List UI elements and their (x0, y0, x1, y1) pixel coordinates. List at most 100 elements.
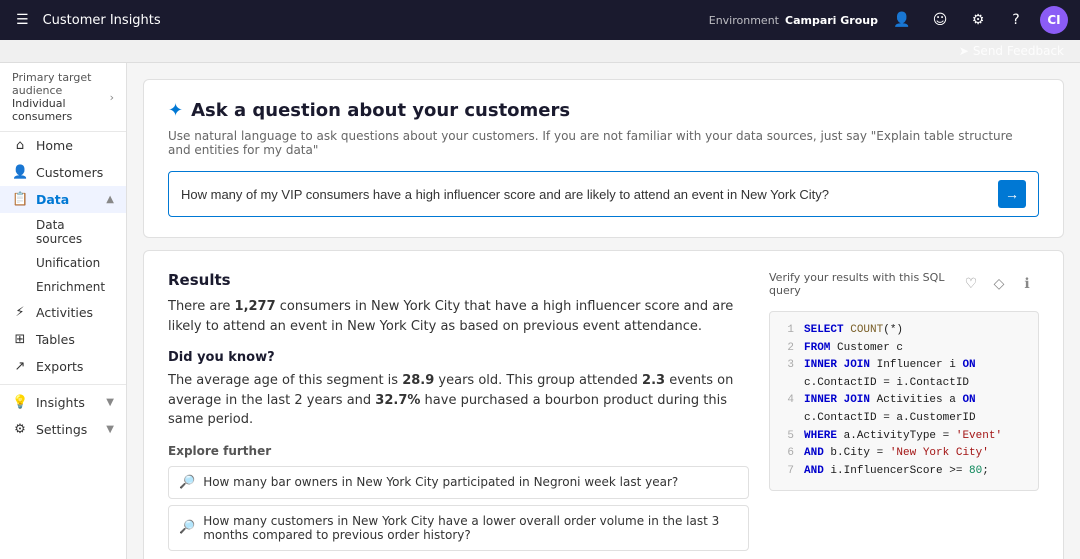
sidebar-item-insights[interactable]: 💡 Insights ▼ (0, 389, 126, 416)
sql-actions: ♡ ◇ ℹ (959, 272, 1039, 296)
smiley-icon[interactable]: ☺ (926, 6, 954, 34)
env-label: Environment (709, 14, 779, 27)
activities-icon: ⚡ (12, 305, 28, 320)
send-feedback-label: Send Feedback (973, 44, 1064, 58)
environment-info: Environment Campari Group (709, 14, 878, 27)
sidebar-item-activities-label: Activities (36, 305, 93, 320)
dyk-text-2: years old. This group attended (434, 373, 642, 388)
app-title: Customer Insights (43, 13, 699, 28)
did-you-know-text: The average age of this segment is 28.9 … (168, 371, 749, 430)
data-icon: 📋 (12, 192, 28, 207)
sql-line-2: 2 FROM Customer c (782, 340, 1026, 358)
sidebar-item-activities[interactable]: ⚡ Activities (0, 299, 126, 326)
main-content: ✦ Ask a question about your customers Us… (127, 63, 1080, 559)
ask-input[interactable] (181, 187, 998, 202)
sidebar-item-customers-label: Customers (36, 165, 103, 180)
sidebar-item-exports[interactable]: ↗ Exports (0, 353, 126, 380)
sparkle-icon: ✦ (168, 100, 183, 121)
dyk-events: 2.3 (642, 373, 665, 388)
sidebar-item-home-label: Home (36, 138, 73, 153)
ask-card-title-text: Ask a question about your customers (191, 100, 570, 121)
results-text-before: There are (168, 299, 235, 314)
insights-icon: 💡 (12, 395, 28, 410)
main-layout: Primary target audience Individual consu… (0, 63, 1080, 559)
explore-item-text-1: How many customers in New York City have… (203, 514, 738, 542)
top-nav-icons: Environment Campari Group 👤 ☺ ⚙ ? CI (709, 6, 1068, 34)
primary-target-value: Individual consumers (12, 97, 110, 123)
sidebar-item-exports-label: Exports (36, 359, 83, 374)
exports-icon: ↗ (12, 359, 28, 374)
results-title: Results (168, 271, 749, 289)
explore-item-0[interactable]: 🔎 How many bar owners in New York City p… (168, 466, 749, 499)
sql-line-1: 1 SELECT COUNT(*) (782, 322, 1026, 340)
explore-item-icon-1: 🔎 (179, 520, 195, 535)
send-feedback-button[interactable]: ➤ Send Feedback (959, 44, 1064, 58)
ask-submit-button[interactable]: → (998, 180, 1026, 208)
settings-sidebar-icon: ⚙ (12, 422, 28, 437)
enrichment-label: Enrichment (36, 280, 105, 294)
sql-line-6: 6 AND b.City = 'New York City' (782, 445, 1026, 463)
data-sources-label: Data sources (36, 218, 82, 246)
avatar[interactable]: CI (1040, 6, 1068, 34)
sql-verify-label: Verify your results with this SQL query (769, 271, 959, 297)
primary-target-arrow-icon: › (110, 91, 114, 104)
sql-line-7: 7 AND i.InfluencerScore >= 80; (782, 463, 1026, 481)
env-name: Campari Group (785, 14, 878, 27)
feedback-bar: ➤ Send Feedback (0, 40, 1080, 63)
sidebar-sub-item-unification[interactable]: Unification (0, 251, 126, 275)
explore-item-icon-0: 🔎 (179, 475, 195, 490)
results-main-text: There are 1,277 consumers in New York Ci… (168, 297, 749, 336)
sql-bookmark-button[interactable]: ◇ (987, 272, 1011, 296)
hamburger-button[interactable]: ☰ (12, 8, 33, 32)
insights-expand-icon: ▼ (106, 397, 114, 408)
help-icon[interactable]: ? (1002, 6, 1030, 34)
sidebar-item-data-label: Data (36, 192, 69, 207)
settings-expand-icon: ▼ (106, 424, 114, 435)
results-left-panel: Results There are 1,277 consumers in New… (168, 271, 749, 559)
data-expand-icon: ▲ (106, 194, 114, 205)
settings-icon[interactable]: ⚙ (964, 6, 992, 34)
sql-like-button[interactable]: ♡ (959, 272, 983, 296)
submit-arrow-icon: → (1005, 186, 1019, 202)
explore-item-1[interactable]: 🔎 How many customers in New York City ha… (168, 505, 749, 551)
sidebar-item-data[interactable]: 📋 Data ▲ (0, 186, 126, 213)
sidebar-divider (0, 384, 126, 385)
ask-card-description: Use natural language to ask questions ab… (168, 129, 1039, 157)
ask-input-wrapper: → (168, 171, 1039, 217)
dyk-text-1: The average age of this segment is (168, 373, 402, 388)
customers-icon: 👤 (12, 165, 28, 180)
sidebar-item-home[interactable]: ⌂ Home (0, 132, 126, 159)
dyk-age: 28.9 (402, 373, 434, 388)
sidebar-item-tables-label: Tables (36, 332, 75, 347)
primary-target-label: Primary target audience (12, 71, 110, 97)
person-icon[interactable]: 👤 (888, 6, 916, 34)
tables-icon: ⊞ (12, 332, 28, 347)
did-you-know-title: Did you know? (168, 350, 749, 365)
sidebar: Primary target audience Individual consu… (0, 63, 127, 559)
sidebar-item-settings[interactable]: ⚙ Settings ▼ (0, 416, 126, 443)
sidebar-sub-item-enrichment[interactable]: Enrichment (0, 275, 126, 299)
unification-label: Unification (36, 256, 100, 270)
send-icon: ➤ (959, 44, 969, 58)
sidebar-item-customers[interactable]: 👤 Customers (0, 159, 126, 186)
explore-item-text-0: How many bar owners in New York City par… (203, 475, 678, 489)
sidebar-item-settings-label: Settings (36, 422, 87, 437)
ask-card: ✦ Ask a question about your customers Us… (143, 79, 1064, 238)
results-right-panel: Verify your results with this SQL query … (769, 271, 1039, 559)
sql-line-4: 4 INNER JOIN Activities a ON c.ContactID… (782, 392, 1026, 427)
results-count: 1,277 (235, 299, 276, 314)
dyk-pct: 32.7% (375, 393, 420, 408)
results-card: Results There are 1,277 consumers in New… (143, 250, 1064, 559)
sql-panel: 1 SELECT COUNT(*) 2 FROM Customer c 3 IN… (769, 311, 1039, 491)
primary-target-section[interactable]: Primary target audience Individual consu… (0, 63, 126, 132)
ask-card-title: ✦ Ask a question about your customers (168, 100, 1039, 121)
sql-line-3: 3 INNER JOIN Influencer i ON c.ContactID… (782, 357, 1026, 392)
home-icon: ⌂ (12, 138, 28, 153)
top-nav: ☰ Customer Insights Environment Campari … (0, 0, 1080, 40)
explore-title: Explore further (168, 444, 749, 458)
sidebar-sub-item-data-sources[interactable]: Data sources (0, 213, 126, 251)
sql-info-button[interactable]: ℹ (1015, 272, 1039, 296)
sidebar-item-insights-label: Insights (36, 395, 85, 410)
sql-line-5: 5 WHERE a.ActivityType = 'Event' (782, 428, 1026, 446)
sidebar-item-tables[interactable]: ⊞ Tables (0, 326, 126, 353)
